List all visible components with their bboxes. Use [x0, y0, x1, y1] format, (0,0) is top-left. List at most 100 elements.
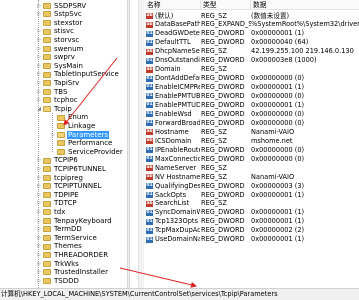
expand-arrow-icon[interactable]: ▷ [36, 225, 42, 234]
column-header-type[interactable]: 类型 [201, 0, 251, 10]
expand-arrow-icon[interactable]: ▷ [36, 277, 42, 286]
expand-arrow-icon[interactable]: ▷ [36, 156, 42, 165]
tree-item-threadorder[interactable]: ▷ THREADORDER [36, 251, 109, 260]
expand-arrow-icon[interactable]: ▷ [36, 53, 42, 62]
tree-item-themes[interactable]: ▷ Themes [36, 242, 83, 251]
tree-item-label: TDPIPE [54, 190, 79, 199]
value-row[interactable]: abDataBasePathREG_EXPAND_SZ%SystemRoot%\… [145, 20, 359, 29]
tree-item-parameters[interactable]: ▷ Parameters [50, 130, 110, 140]
column-header-data[interactable]: 数据 [251, 0, 359, 10]
expand-arrow-icon[interactable]: ▷ [36, 165, 42, 174]
value-row[interactable]: 01 SackOpts REG_DWORD 0x00000001 (1) [145, 191, 359, 200]
expand-arrow-icon[interactable]: ▷ [36, 10, 42, 19]
tree-item-tsddd[interactable]: ▷ TSDDD [36, 277, 80, 286]
column-header-name[interactable]: 名称 [145, 0, 201, 10]
expand-arrow-icon[interactable]: ▷ [36, 217, 42, 226]
expand-arrow-icon[interactable]: ▷ [36, 62, 42, 71]
expand-arrow-icon[interactable]: ▷ [36, 191, 42, 200]
value-row[interactable]: 01DnsOutstanding...REG_DWORD 0x000003e8 (… [145, 56, 359, 65]
folder-icon [43, 105, 51, 112]
tree-item-tbs[interactable]: ▷ TBS [36, 88, 68, 97]
value-row[interactable]: 01QualifyingDest...REG_DWORD 0x00000003 (… [145, 182, 359, 191]
value-row[interactable]: ab ICSDomain REG_SZ mshome.net [145, 137, 359, 146]
value-row[interactable]: 01 Tcp1323Opts REG_DWORD 0x00000001 (1) [145, 217, 359, 226]
expand-arrow-icon[interactable]: ▷ [36, 88, 42, 97]
tree-item-stisvc[interactable]: ▷ stisvc [36, 27, 75, 36]
tree-item-tcpipreg[interactable]: ▷ tcpipreg [36, 174, 84, 183]
tree-item-ssdpsrv[interactable]: ▷ SSDPSRV [36, 2, 87, 11]
expand-arrow-icon[interactable]: ▷ [36, 70, 42, 79]
tree-item-stexstor[interactable]: stexstor [36, 19, 83, 28]
value-row[interactable]: 01SyncDomainWi...REG_DWORD 0x00000001 (1) [145, 208, 359, 217]
value-row[interactable]: 01EnablePMTUB...REG_DWORD 0x00000000 (0) [145, 92, 359, 101]
tree-item-tabletinputservice[interactable]: ▷ TabletInputService [36, 70, 120, 79]
value-row[interactable]: 01EnablePMTUD...REG_DWORD 0x00000001 (1) [145, 101, 359, 110]
pane-splitter[interactable] [128, 0, 130, 288]
expand-arrow-icon[interactable]: ▷ [36, 234, 42, 243]
value-row[interactable]: ab NV Hostname REG_SZ Nanami-VAIO [145, 173, 359, 182]
value-row[interactable]: 01EnableICMPRe...REG_DWORD 0x00000001 (1) [145, 83, 359, 92]
expand-arrow-icon[interactable]: ▷ [50, 131, 56, 140]
folder-icon [43, 234, 51, 241]
expand-arrow-icon[interactable]: ▷ [36, 182, 42, 191]
expand-arrow-icon[interactable]: ▷ [36, 242, 42, 251]
value-row[interactable]: 01MaxConnectio...REG_DWORD 0x00000000 (0) [145, 155, 359, 164]
tree-item-linkage[interactable]: Linkage [50, 122, 96, 131]
expand-arrow-icon[interactable]: ▷ [36, 208, 42, 217]
value-row[interactable]: 01ForwardBroad...REG_DWORD 0x00000000 (0) [145, 119, 359, 128]
expand-arrow-icon[interactable]: ▷ [36, 96, 42, 105]
collapse-arrow-icon[interactable]: ◢ [36, 105, 42, 114]
tree-item-performance[interactable]: Performance [50, 139, 113, 148]
value-row[interactable]: 01 EnableWsd REG_DWORD 0x00000000 (0) [145, 110, 359, 119]
expand-arrow-icon[interactable]: ▷ [36, 27, 42, 36]
expand-arrow-icon[interactable]: ▷ [36, 79, 42, 88]
value-data: (数值未设置) [251, 11, 290, 20]
expand-arrow-icon[interactable]: ▷ [36, 36, 42, 45]
tree-item-termdd[interactable]: ▷ TermDD [36, 225, 83, 234]
tree-item-trustedinstaller[interactable]: ▷ TrustedInstaller [36, 268, 109, 277]
value-row[interactable]: 01UseDomainNa...REG_DWORD 0x00000001 (1) [145, 235, 359, 244]
tree-item-tcpip6[interactable]: ▷ TCPIP6 [36, 156, 79, 165]
expand-arrow-icon[interactable]: ▷ [36, 199, 42, 208]
tree-vertical-scrollbar[interactable] [138, 0, 144, 288]
tree-item-enum[interactable]: Enum [50, 113, 89, 122]
expand-arrow-icon[interactable]: ▷ [36, 174, 42, 183]
registry-values-list[interactable]: 名称 类型 数据 ab (默认) REG_SZ (数值未设置) ab DataBasePa… [145, 0, 359, 288]
tree-item-storvsc[interactable]: ▷ storvsc [36, 36, 80, 45]
expand-arrow-icon[interactable]: ▷ [36, 2, 42, 11]
tree-item-sstpsvc[interactable]: ▷ SstpSvc [36, 10, 83, 19]
expand-arrow-icon[interactable]: ▷ [36, 251, 42, 260]
value-row[interactable]: abDhcpNameServ...REG_SZ 42.199.255.100 21… [145, 47, 359, 56]
expand-arrow-icon[interactable]: ▷ [36, 260, 42, 269]
value-row[interactable]: ab Domain REG_SZ [145, 65, 359, 74]
tree-item-tenpaykeyboard[interactable]: ▷ TenpayKeyboard [36, 217, 113, 226]
value-row[interactable]: ab Hostname REG_SZ Nanami-VAIO [145, 128, 359, 137]
value-row[interactable]: ab NameServer REG_SZ [145, 164, 359, 173]
tree-item-termservice[interactable]: ▷ TermService [36, 234, 98, 243]
value-row[interactable]: ab SearchList REG_SZ [145, 199, 359, 208]
tree-item-tcpiptunnel[interactable]: ▷ TCPIPTUNNEL [36, 182, 102, 191]
tree-item-serviceprovider[interactable]: ServiceProvider [50, 148, 124, 157]
tree-item-sysmain[interactable]: ▷ SysMain [36, 62, 84, 71]
tree-item-tdx[interactable]: ▷ tdx [36, 208, 66, 217]
value-row[interactable]: 01DeadGWDetec...REG_DWORD 0x00000001 (1) [145, 29, 359, 38]
value-row[interactable]: ab (默认) REG_SZ (数值未设置) [145, 12, 359, 21]
expand-arrow-icon[interactable]: ▷ [36, 268, 42, 277]
expand-arrow-icon[interactable]: ▷ [36, 45, 42, 54]
tree-item-tcphoc[interactable]: ▷ tcphoc [36, 96, 79, 105]
value-row[interactable]: 01IPEnableRouterREG_DWORD 0x00000000 (0) [145, 146, 359, 155]
tree-item-tcpip6tunnel[interactable]: ▷ TCPIP6TUNNEL [36, 165, 107, 174]
tree-item-trkwks[interactable]: ▷ TrkWks [36, 260, 80, 269]
value-row[interactable]: 01DontAddDefau...REG_DWORD 0x00000000 (0) [145, 74, 359, 83]
value-type: REG_SZ [201, 136, 227, 145]
tree-item-tcpip[interactable]: ◢ Tcpip [36, 105, 73, 114]
registry-key-tree[interactable]: ▷ SSDPSRV ▷ SstpSvc stexstor ▷ stisvc ▷ storvsc ▷… [0, 0, 128, 288]
tree-item-tapisrv[interactable]: ▷ TapiSrv [36, 79, 80, 88]
value-row[interactable]: 01 DefaultTTL REG_DWORD 0x00000040 (64) [145, 38, 359, 47]
tree-item-tdpipe[interactable]: ▷ TDPIPE [36, 191, 80, 200]
tree-item-tdtcp[interactable]: ▷ TDTCP [36, 199, 78, 208]
string-value-icon: ab [146, 12, 153, 19]
value-row[interactable]: 01TcpMaxDupAc...REG_DWORD 0x00000002 (2) [145, 226, 359, 235]
tree-item-swprv[interactable]: ▷ swprv [36, 53, 76, 62]
tree-item-swenum[interactable]: ▷ swenum [36, 45, 84, 54]
